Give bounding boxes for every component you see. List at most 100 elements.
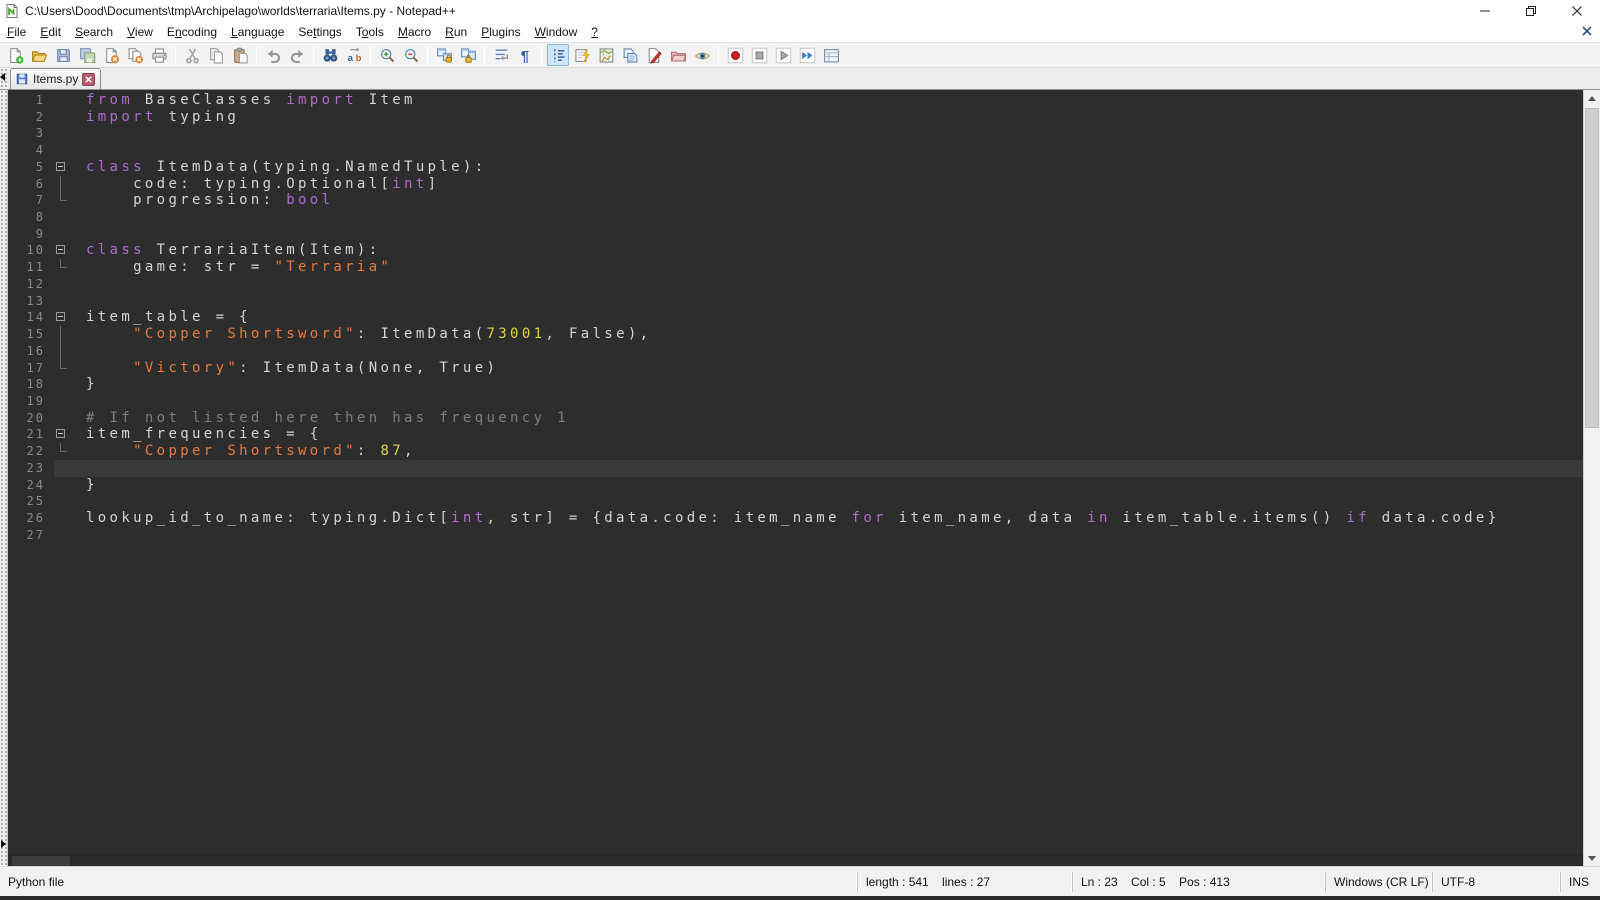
close-document-icon[interactable]	[1580, 24, 1594, 38]
code-line[interactable]: 18}	[8, 376, 1583, 393]
code-line[interactable]: 21item_frequencies = {	[8, 426, 1583, 443]
code-line[interactable]: 1from BaseClasses import Item	[8, 92, 1583, 109]
minimize-button[interactable]	[1462, 0, 1508, 22]
code-line[interactable]: 19	[8, 393, 1583, 410]
macro-record-icon[interactable]	[724, 44, 746, 66]
code-line[interactable]: 3	[8, 125, 1583, 142]
menu-file[interactable]: File	[0, 23, 33, 41]
code-line[interactable]: 20# If not listed here then has frequenc…	[8, 410, 1583, 427]
macro-save-icon[interactable]	[820, 44, 842, 66]
code-text	[72, 460, 86, 477]
find-icon[interactable]	[319, 44, 341, 66]
code-text	[72, 393, 86, 410]
project-panel-icon[interactable]	[667, 44, 689, 66]
code-line[interactable]: 27	[8, 527, 1583, 544]
tab-items-py[interactable]: Items.py	[10, 68, 101, 89]
code-text: item_frequencies = {	[72, 426, 322, 443]
horizontal-scrollbar-thumb[interactable]	[12, 856, 70, 866]
close-all-icon[interactable]	[124, 44, 146, 66]
menu-search[interactable]: Search	[68, 23, 120, 41]
new-file-icon[interactable]	[4, 44, 26, 66]
code-line[interactable]: 17 "Victory": ItemData(None, True)	[8, 360, 1583, 377]
code-line[interactable]: 5class ItemData(typing.NamedTuple):	[8, 159, 1583, 176]
code-text	[72, 142, 86, 159]
line-number: 23	[8, 460, 54, 477]
scroll-up-icon[interactable]	[1584, 90, 1600, 106]
code-line[interactable]: 6 code: typing.Optional[int]	[8, 176, 1583, 193]
code-line[interactable]: 4	[8, 142, 1583, 159]
code-line[interactable]: 7 progression: bool	[8, 192, 1583, 209]
code-line[interactable]: 23	[8, 460, 1583, 477]
sync-vertical-icon[interactable]	[433, 44, 455, 66]
fold-margin	[54, 493, 72, 510]
tab-close-icon[interactable]	[82, 73, 95, 86]
define-language-icon[interactable]	[643, 44, 665, 66]
scroll-down-icon[interactable]	[1584, 850, 1600, 866]
redo-icon[interactable]	[286, 44, 308, 66]
macro-run-multiple-icon[interactable]	[796, 44, 818, 66]
menu-run[interactable]: Run	[438, 23, 474, 41]
zoom-in-icon[interactable]	[376, 44, 398, 66]
collapse-left-icon[interactable]	[0, 73, 5, 81]
paste-icon[interactable]	[229, 44, 251, 66]
word-wrap-icon[interactable]	[490, 44, 512, 66]
code-line[interactable]: 22 "Copper Shortsword": 87,	[8, 443, 1583, 460]
code-line[interactable]: 16	[8, 343, 1583, 360]
code-line[interactable]: 25	[8, 493, 1583, 510]
fold-margin	[54, 410, 72, 427]
undo-icon[interactable]	[262, 44, 284, 66]
code-line[interactable]: 10class TerrariaItem(Item):	[8, 242, 1583, 259]
close-window-button[interactable]	[1554, 0, 1600, 22]
menu-edit[interactable]: Edit	[33, 23, 68, 41]
code-line[interactable]: 15 "Copper Shortsword": ItemData(73001, …	[8, 326, 1583, 343]
zoom-out-icon[interactable]	[400, 44, 422, 66]
fold-collapse-icon[interactable]	[54, 426, 72, 443]
code-line[interactable]: 14item_table = {	[8, 309, 1583, 326]
cut-icon[interactable]	[181, 44, 203, 66]
fold-collapse-icon[interactable]	[54, 309, 72, 326]
code-line[interactable]: 12	[8, 276, 1583, 293]
vertical-scrollbar[interactable]	[1583, 90, 1600, 866]
function-list-icon[interactable]	[571, 44, 593, 66]
close-icon[interactable]	[100, 44, 122, 66]
save-all-icon[interactable]	[76, 44, 98, 66]
vertical-scrollbar-thumb[interactable]	[1585, 108, 1599, 428]
code-line[interactable]: 8	[8, 209, 1583, 226]
menu-window[interactable]: Window	[528, 23, 585, 41]
macro-stop-icon[interactable]	[748, 44, 770, 66]
code-line[interactable]: 2import typing	[8, 109, 1583, 126]
save-icon[interactable]	[52, 44, 74, 66]
code-line[interactable]: 24}	[8, 477, 1583, 494]
open-file-icon[interactable]	[28, 44, 50, 66]
code-editor[interactable]: 1from BaseClasses import Item2import typ…	[8, 90, 1583, 866]
copy-icon[interactable]	[205, 44, 227, 66]
code-line[interactable]: 13	[8, 293, 1583, 310]
horizontal-scrollbar[interactable]	[8, 854, 1583, 866]
document-map-icon[interactable]	[595, 44, 617, 66]
monitoring-icon[interactable]	[691, 44, 713, 66]
code-line[interactable]: 26lookup_id_to_name: typing.Dict[int, st…	[8, 510, 1583, 527]
sync-horizontal-icon[interactable]	[457, 44, 479, 66]
fold-margin	[54, 293, 72, 310]
menu-view[interactable]: View	[120, 23, 160, 41]
replace-icon[interactable]: ab	[343, 44, 365, 66]
fold-collapse-icon[interactable]	[54, 159, 72, 176]
code-line[interactable]: 9	[8, 226, 1583, 243]
menu-tools[interactable]: Tools	[349, 23, 391, 41]
menu-encoding[interactable]: Encoding	[160, 23, 224, 41]
menu-help[interactable]: ?	[584, 23, 605, 41]
menu-settings[interactable]: Settings	[291, 23, 348, 41]
code-line[interactable]: 11 game: str = "Terraria"	[8, 259, 1583, 276]
menu-plugins[interactable]: Plugins	[474, 23, 527, 41]
menu-macro[interactable]: Macro	[391, 23, 438, 41]
document-list-icon[interactable]	[619, 44, 641, 66]
restore-button[interactable]	[1508, 0, 1554, 22]
fold-collapse-icon[interactable]	[54, 242, 72, 259]
print-icon[interactable]	[148, 44, 170, 66]
indent-guide-icon[interactable]	[547, 44, 569, 66]
status-insert-mode[interactable]: INS	[1560, 872, 1600, 892]
expand-left-icon[interactable]	[1, 840, 6, 848]
show-all-chars-icon[interactable]: ¶	[514, 44, 536, 66]
macro-play-icon[interactable]	[772, 44, 794, 66]
menu-language[interactable]: Language	[224, 23, 291, 41]
